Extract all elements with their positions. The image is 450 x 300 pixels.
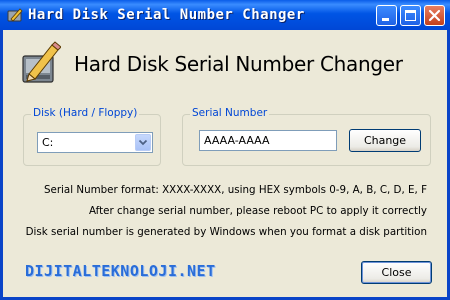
disk-select-value: C: <box>42 136 54 149</box>
pencil-disk-icon <box>22 41 61 83</box>
serial-group: Serial Number AAAA-AAAA Change <box>182 107 431 166</box>
dropdown-button[interactable] <box>135 134 151 151</box>
close-window-button[interactable] <box>424 5 445 26</box>
window-title: Hard Disk Serial Number Changer <box>28 7 305 23</box>
serial-input[interactable]: AAAA-AAAA <box>199 130 337 151</box>
disk-group: Disk (Hard / Floppy) C: <box>23 107 161 166</box>
watermark: DIJITALTEKNOLOJI.NET <box>25 262 216 280</box>
close-icon <box>428 9 441 22</box>
serial-input-value: AAAA-AAAA <box>204 134 270 147</box>
info-reboot: After change serial number, please reboo… <box>88 205 427 217</box>
disk-group-label: Disk (Hard / Floppy) <box>31 107 140 119</box>
serial-group-label: Serial Number <box>190 107 270 119</box>
info-generated: Disk serial number is generated by Windo… <box>25 226 427 238</box>
maximize-button[interactable] <box>400 5 421 26</box>
close-button[interactable]: Close <box>361 261 432 284</box>
title-bar[interactable]: Hard Disk Serial Number Changer <box>0 0 450 30</box>
info-format: Serial Number format: XXXX-XXXX, using H… <box>43 184 427 196</box>
disk-select[interactable]: C: <box>37 132 153 153</box>
maximize-icon <box>405 10 416 21</box>
app-window: Hard Disk Serial Number Changer Hard Dis… <box>0 0 450 300</box>
change-button[interactable]: Change <box>349 129 421 152</box>
minimize-button[interactable] <box>376 5 397 26</box>
chevron-down-icon <box>138 139 148 146</box>
page-title: Hard Disk Serial Number Changer <box>74 52 403 76</box>
minimize-icon <box>382 18 389 21</box>
app-icon <box>7 8 23 22</box>
